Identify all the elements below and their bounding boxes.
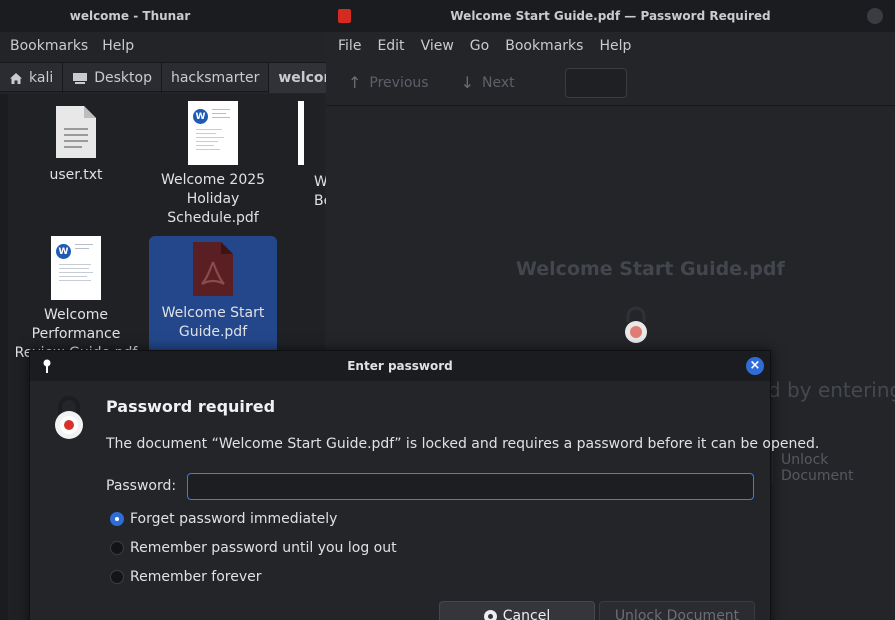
radio-button[interactable]	[110, 570, 124, 584]
viewer-unlock-button[interactable]: Unlock Document	[772, 452, 895, 484]
cancel-label: Cancel	[502, 608, 551, 620]
home-icon	[10, 72, 22, 84]
lock-icon	[625, 306, 647, 343]
file-item-selected[interactable]: Welcome Start Guide.pdf	[149, 236, 277, 354]
unlock-document-button[interactable]: Unlock Document	[599, 601, 755, 620]
dialog-heading: Password required	[106, 397, 276, 416]
unlock-hint-text: d by entering	[768, 378, 895, 402]
lock-icon	[55, 396, 83, 439]
menu-file[interactable]: File	[338, 38, 361, 54]
dialog-message: The document “Welcome Start Guide.pdf” i…	[106, 436, 820, 452]
file-name: Welcome Start Guide.pdf	[161, 305, 265, 340]
file-name: user.txt	[49, 167, 103, 183]
unlock-label: Unlock Document	[614, 608, 740, 620]
radio-button[interactable]	[110, 541, 124, 555]
path-crumb-label: Desktop	[94, 70, 152, 86]
locked-doc-title: Welcome Start Guide.pdf	[516, 258, 785, 280]
path-crumb-label: hacksmarter	[170, 70, 260, 86]
path-crumb-desktop[interactable]: Desktop	[63, 63, 162, 93]
file-item[interactable]: W Welcome 2025 Holiday Schedule.pdf	[149, 101, 277, 228]
radio-remember-forever[interactable]: Remember forever	[110, 569, 262, 585]
pdf-thumbnail-icon	[298, 101, 304, 165]
file-item[interactable]: W Welcome Performance Review Guide.pdf	[12, 236, 140, 363]
viewer-toolbar: ↑ Previous ↓ Next	[326, 60, 895, 106]
previous-label: Previous	[369, 74, 429, 91]
cancel-button[interactable]: Cancel	[439, 601, 595, 620]
path-crumb-label: kali	[29, 70, 54, 86]
cancel-icon	[483, 609, 497, 620]
pdf-thumbnail-icon: W	[51, 236, 101, 300]
arrow-up-icon: ↑	[348, 73, 362, 92]
previous-button[interactable]: ↑ Previous	[348, 73, 429, 92]
sidebar-scroll[interactable]	[0, 94, 8, 620]
password-dialog: Enter password × Password required The d…	[29, 350, 819, 620]
arrow-down-icon: ↓	[460, 73, 474, 92]
menu-edit[interactable]: Edit	[377, 38, 404, 54]
desktop-icon	[73, 72, 88, 84]
radio-remember-until-logout[interactable]: Remember password until you log out	[110, 540, 397, 556]
radio-label: Forget password immediately	[130, 511, 338, 527]
text-file-icon	[56, 106, 96, 158]
next-button[interactable]: ↓ Next	[461, 73, 515, 92]
key-icon	[43, 359, 51, 373]
path-crumb-home[interactable]: kali	[0, 63, 64, 93]
next-label: Next	[481, 74, 515, 91]
pdf-thumbnail-icon: W	[188, 101, 238, 165]
path-bar: kali Desktop hacksmarter welcome	[0, 62, 358, 93]
password-input[interactable]	[187, 473, 754, 500]
radio-button-selected[interactable]	[110, 512, 124, 526]
password-label: Password:	[106, 478, 177, 494]
menu-go[interactable]: Go	[470, 38, 489, 54]
pdf-file-icon	[193, 242, 233, 296]
menu-view[interactable]: View	[421, 38, 454, 54]
viewer-menubar: File Edit View Go Bookmarks Help	[326, 32, 895, 60]
viewer-titlebar: Welcome Start Guide.pdf — Password Requi…	[326, 0, 895, 32]
menu-help[interactable]: Help	[102, 38, 134, 54]
thunar-menubar: Bookmarks Help	[0, 32, 330, 60]
dialog-title: Enter password	[347, 359, 453, 373]
radio-label: Remember forever	[130, 569, 262, 585]
viewer-title: Welcome Start Guide.pdf — Password Requi…	[450, 9, 771, 23]
radio-label: Remember password until you log out	[130, 540, 397, 556]
dialog-titlebar: Enter password ×	[30, 351, 770, 381]
page-number-input[interactable]	[564, 67, 627, 98]
desktop: welcome - Thunar Bookmarks Help kali Des…	[0, 0, 895, 620]
menu-help[interactable]: Help	[599, 38, 631, 54]
menu-bookmarks[interactable]: Bookmarks	[10, 38, 88, 54]
thunar-title: welcome - Thunar	[0, 0, 330, 32]
file-item[interactable]: user.txt	[12, 104, 140, 185]
menu-bookmarks[interactable]: Bookmarks	[505, 38, 583, 54]
path-crumb-hacksmarter[interactable]: hacksmarter	[162, 63, 270, 93]
radio-forget-immediately[interactable]: Forget password immediately	[110, 511, 337, 527]
file-name: Welcome 2025 Holiday Schedule.pdf	[160, 172, 266, 226]
dialog-close-button[interactable]: ×	[746, 357, 764, 375]
window-close-button[interactable]	[867, 8, 883, 24]
